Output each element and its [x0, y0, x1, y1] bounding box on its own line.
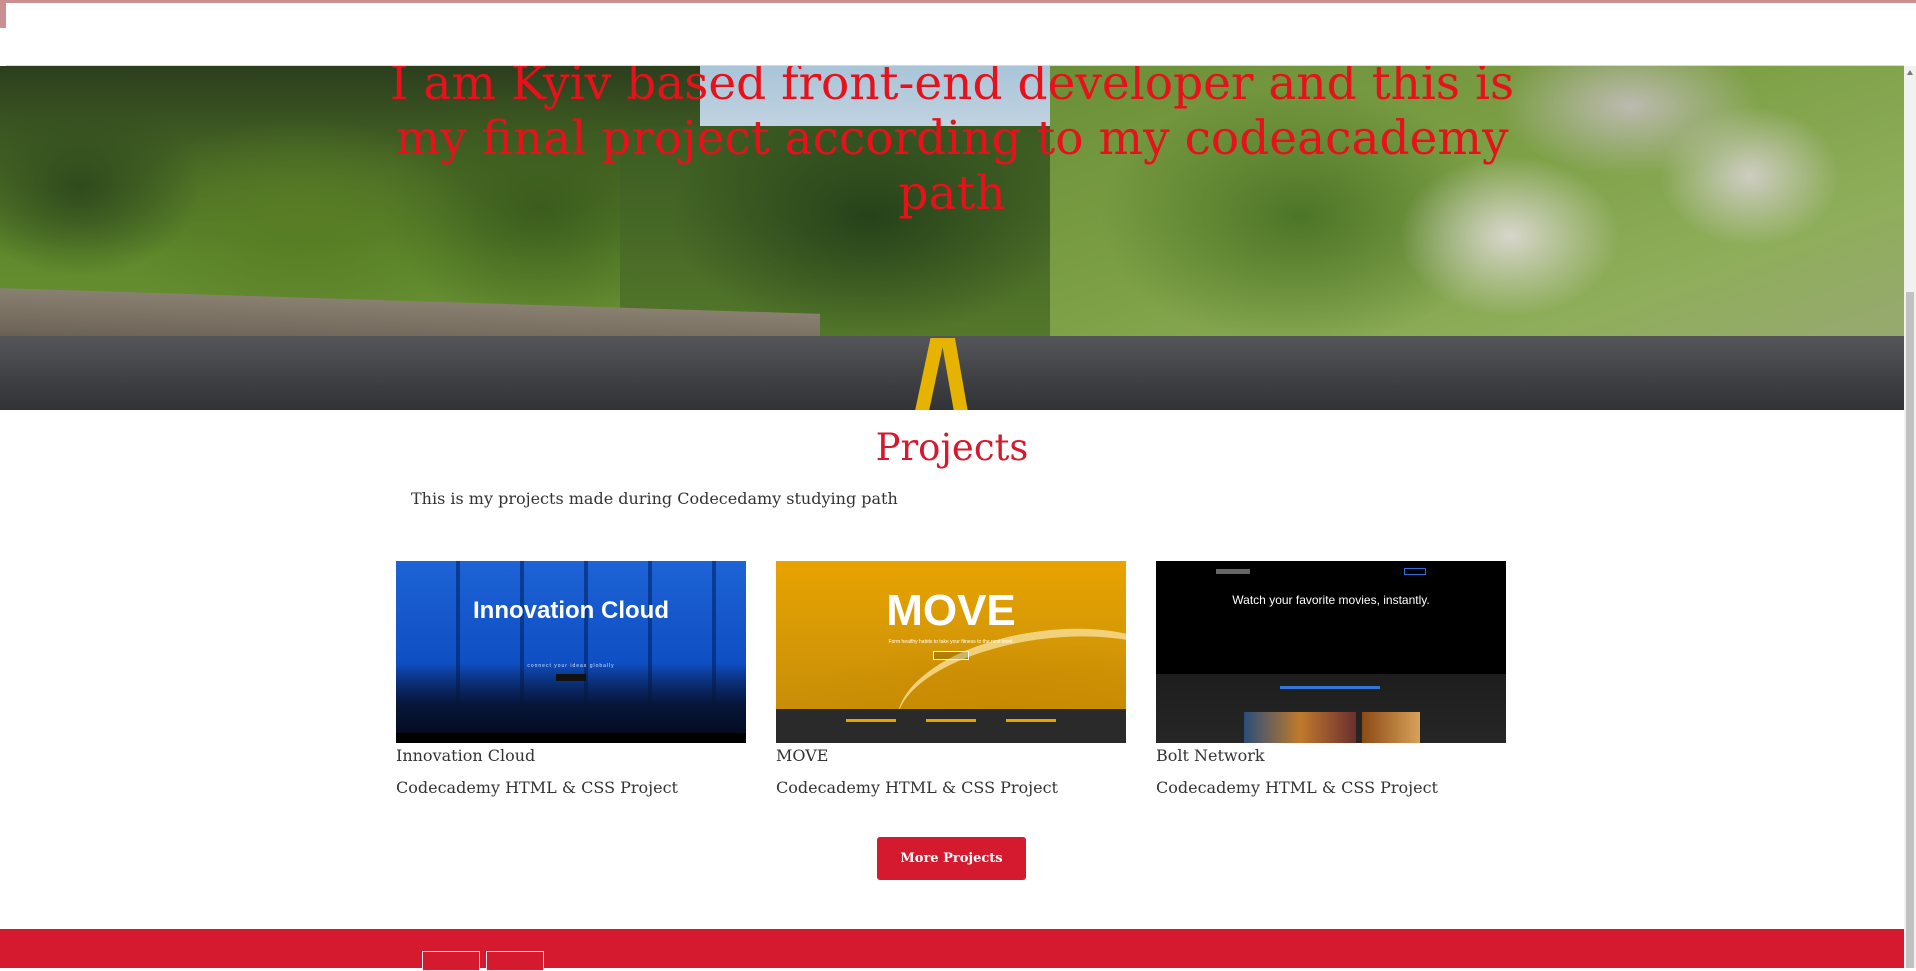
broken-image-icon[interactable]: [422, 951, 480, 971]
more-projects-button[interactable]: More Projects: [877, 837, 1026, 880]
feature-marker: [846, 719, 896, 722]
page-scrollbar[interactable]: [1904, 66, 1916, 968]
thumbnail-tagline: Form healthy habits to take your fitness…: [888, 639, 1014, 645]
hero-banner: I am Kyiv based front-end developer and …: [0, 66, 1904, 410]
project-thumbnail[interactable]: Innovation Cloud connect your ideas glob…: [396, 561, 746, 743]
thumbnail-heading: Watch your favorite movies, instantly.: [1232, 593, 1430, 607]
thumbnail-features: [776, 709, 1126, 743]
project-title: MOVE: [776, 746, 829, 765]
scrollbar-thumb[interactable]: [1906, 292, 1914, 968]
thumbnail-heading: MOVE: [886, 586, 1016, 635]
thumbnail-accent-line: [1280, 686, 1380, 689]
thumbnail-button: [933, 651, 969, 660]
project-title: Innovation Cloud: [396, 746, 536, 765]
broken-image-icon[interactable]: [486, 951, 544, 971]
feature-marker: [926, 719, 976, 722]
scroll-up-arrow-icon[interactable]: [1907, 70, 1913, 75]
project-card-bolt-network[interactable]: Watch your favorite movies, instantly. B…: [1156, 561, 1506, 799]
project-card-innovation-cloud[interactable]: Innovation Cloud connect your ideas glob…: [396, 561, 746, 799]
project-subtitle: Codecademy HTML & CSS Project: [396, 778, 678, 797]
thumbnail-button: [556, 674, 586, 681]
thumbnail-heading: Innovation Cloud: [473, 597, 669, 624]
thumbnail-footer: [396, 733, 746, 743]
thumbnail-logo: [1216, 569, 1250, 574]
thumbnail-nav-button: [1404, 568, 1426, 575]
thumbnail-lower: [1156, 674, 1506, 743]
project-thumbnail[interactable]: Watch your favorite movies, instantly.: [1156, 561, 1506, 743]
movie-poster: [1244, 712, 1356, 743]
hero-title: I am Kyiv based front-end developer and …: [389, 66, 1515, 221]
thumbnail-tagline: connect your ideas globally: [527, 663, 615, 669]
project-subtitle: Codecademy HTML & CSS Project: [1156, 778, 1438, 797]
corner-mark: [0, 3, 6, 28]
project-card-move[interactable]: MOVE Form healthy habits to take your fi…: [776, 561, 1126, 799]
top-navbar: [0, 0, 1916, 66]
footer: [0, 929, 1904, 971]
feature-marker: [1006, 719, 1056, 722]
project-subtitle: Codecademy HTML & CSS Project: [776, 778, 1058, 797]
projects-heading: Projects: [875, 426, 1029, 469]
projects-intro: This is my projects made during Codeceda…: [411, 489, 898, 508]
movie-poster: [1362, 712, 1420, 743]
project-thumbnail[interactable]: MOVE Form healthy habits to take your fi…: [776, 561, 1126, 743]
project-title: Bolt Network: [1156, 746, 1265, 765]
